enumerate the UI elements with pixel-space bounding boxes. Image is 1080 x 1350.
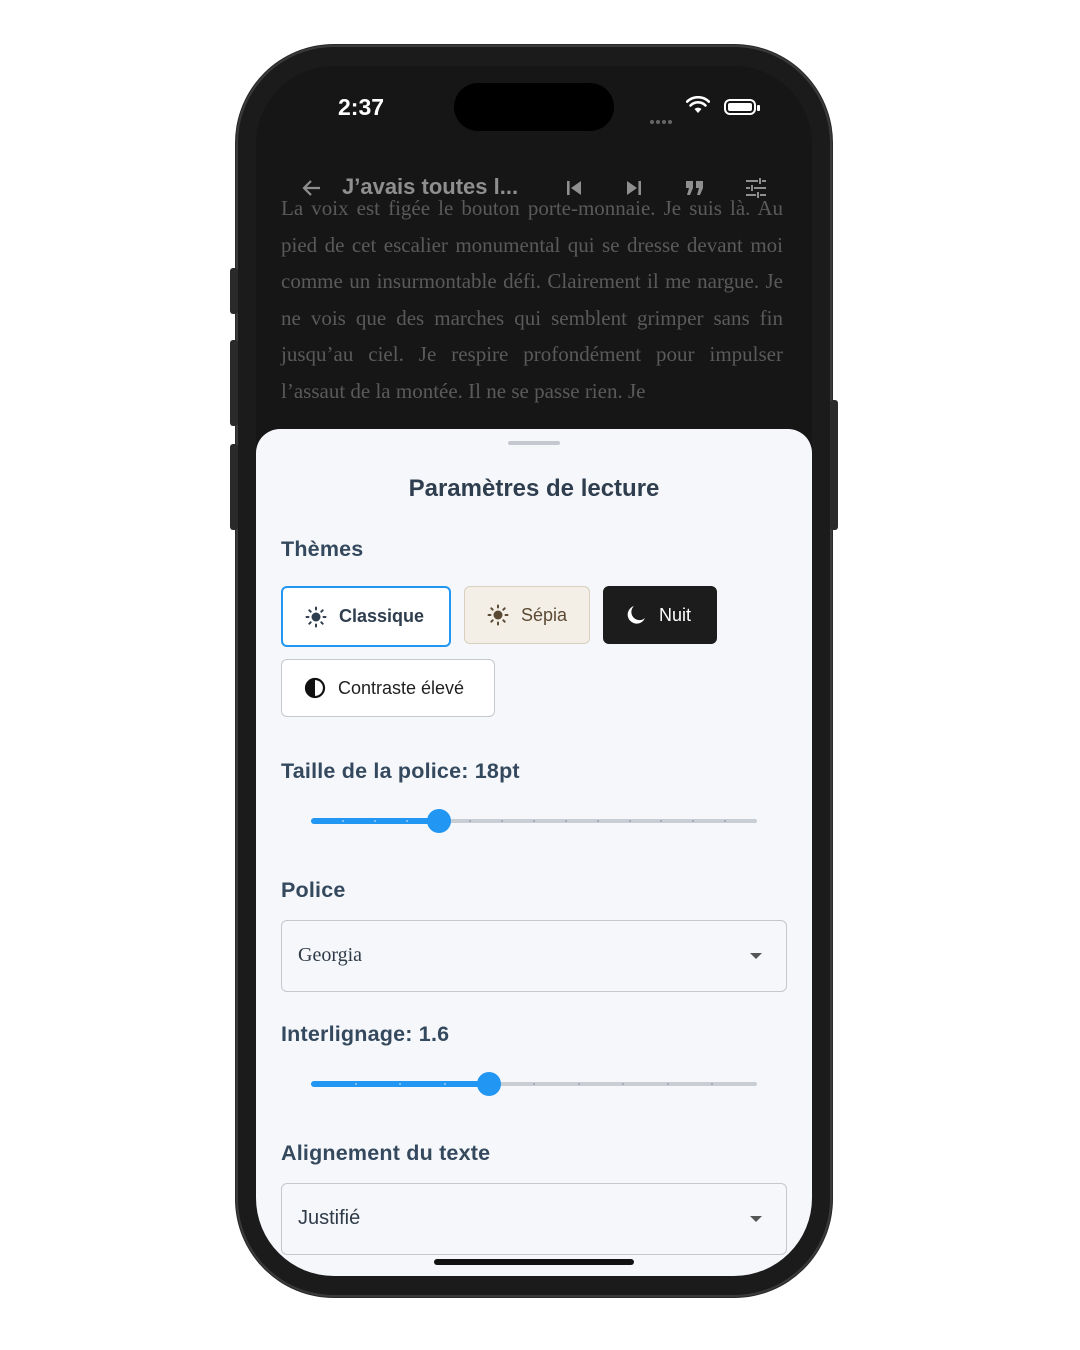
chevron-down-icon [750,1216,762,1222]
quote-icon[interactable] [684,178,706,198]
theme-label: Nuit [659,604,692,625]
slider-tick [405,820,408,822]
chevron-down-icon [750,953,762,959]
theme-label: Sépia [521,604,568,625]
slider-thumb[interactable] [477,1072,502,1096]
alignment-select[interactable]: Justifié [281,1183,787,1255]
font-select-value: Georgia [298,944,363,966]
moon-icon [625,604,647,626]
theme-label: Classique [339,606,425,626]
screen: 2:37 La voix est figée le bouton porte-m… [256,66,812,1276]
sun-icon [487,604,509,626]
reader-top-bar [256,166,812,210]
slider-thumb[interactable] [426,809,451,833]
font-label: Police [281,878,346,902]
slider-tick [666,1083,669,1085]
cellular-signal-icon [650,111,674,129]
volume-up-button [230,340,238,426]
wifi-icon [685,95,711,119]
status-bar: 2:37 [256,66,812,156]
sun-icon [305,606,327,628]
slider-tick [341,820,344,822]
alignment-label: Alignement du texte [281,1141,491,1165]
sheet-title: Paramètres de lecture [408,475,660,502]
slider-tick [533,820,535,822]
power-button [830,400,838,530]
reading-text: La voix est figée le bouton porte-monnai… [281,196,783,403]
drag-handle[interactable] [508,441,560,445]
font-select[interactable]: Georgia [281,920,787,992]
slider-tick [443,1083,446,1085]
theme-nuit-button[interactable]: Nuit [603,586,717,644]
theme-contraste-button[interactable]: Contraste élevé [281,659,495,717]
themes-label: Thèmes [281,537,364,561]
status-time: 2:37 [338,94,385,120]
home-indicator [434,1259,634,1265]
slider-tick [373,820,376,822]
dynamic-island [454,83,614,131]
skip-previous-icon[interactable] [564,178,584,198]
font-size-label: Taille de la police: 18pt [281,759,520,783]
settings-sliders-icon[interactable] [744,176,768,200]
mute-switch [230,268,238,314]
slider-tick [533,1083,535,1085]
theme-sepia-button[interactable]: Sépia [464,586,590,644]
slider-tick [354,1083,357,1085]
slider-tick [577,1083,580,1085]
arrow-left-icon[interactable] [300,176,324,200]
theme-classique-button[interactable]: Classique [281,586,451,647]
volume-down-button [230,444,238,530]
line-spacing-label: Interlignage: 1.6 [281,1022,450,1046]
contrast-icon [304,677,326,699]
slider-tick [628,820,631,822]
line-spacing-slider[interactable] [311,1072,757,1096]
alignment-select-value: Justifié [298,1207,361,1229]
reading-settings-sheet: Paramètres de lecture Thèmes Classique S… [256,429,812,1276]
slider-tick [596,820,599,822]
theme-label: Contraste élevé [338,677,465,698]
battery-icon [724,99,760,115]
book-title[interactable]: J’avais toutes l... [342,174,518,200]
slider-tick [564,820,567,822]
skip-next-icon[interactable] [624,178,644,198]
font-size-slider[interactable] [311,809,757,833]
